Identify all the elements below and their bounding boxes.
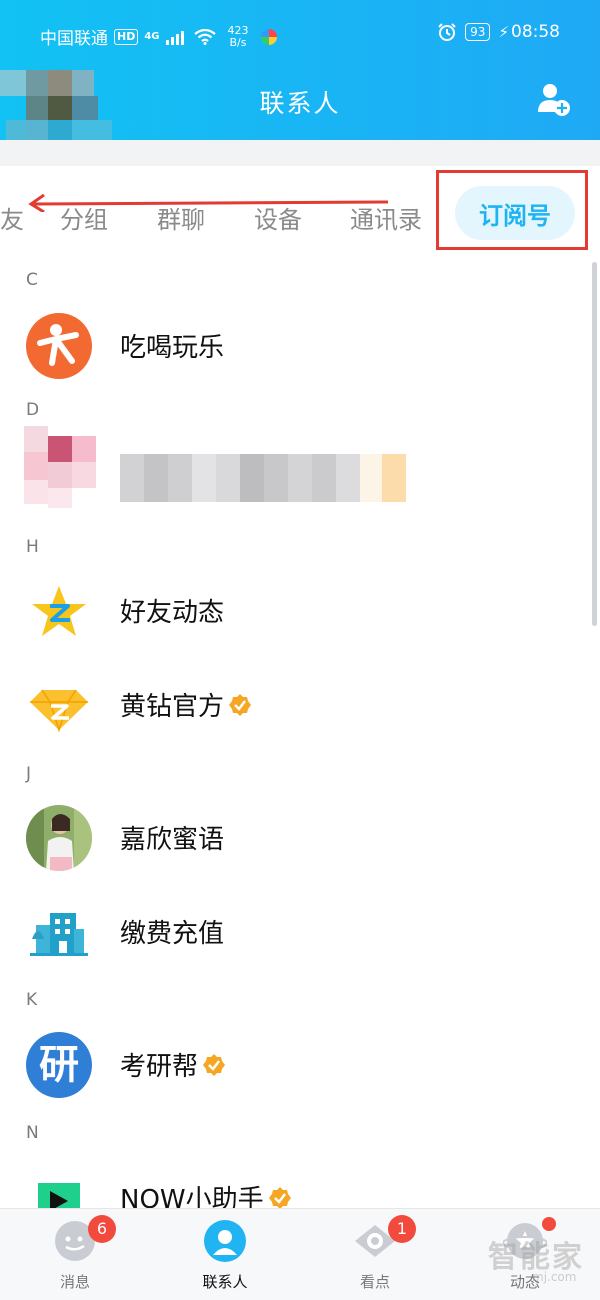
section-letter: H [26, 537, 39, 557]
list-item[interactable]: 黄钻官方 [0, 660, 600, 750]
list-item[interactable] [0, 418, 600, 518]
hd-badge: HD [114, 28, 139, 45]
section-letter: K [26, 990, 38, 1010]
now-play-icon [38, 1183, 80, 1208]
contact-name-text: 黄钻官方 [120, 692, 225, 722]
verified-badge-icon [229, 694, 252, 716]
nav-label: 消息 [59, 1273, 90, 1291]
list-item[interactable]: 嘉欣蜜语 [0, 793, 600, 883]
network-type: 4G [144, 31, 160, 42]
notification-dot [542, 1217, 556, 1231]
contacts-icon [204, 1220, 246, 1262]
contact-name: 考研帮 [120, 1046, 226, 1083]
contact-name: 缴费充值 [120, 919, 225, 949]
section-letter: N [26, 1123, 39, 1143]
section-letter: C [26, 270, 38, 290]
watermark-url: mj.com [532, 1270, 577, 1284]
swipe-arrow-icon [28, 193, 388, 212]
nav-contacts[interactable]: 联系人 [150, 1209, 300, 1300]
status-bar: 中国联通 HD 4G 423 B/s 93 ⚡ 08:58 [0, 0, 600, 68]
app-notification-icon [260, 28, 277, 45]
contact-name: 嘉欣蜜语 [120, 825, 225, 855]
list-scrollbar[interactable] [592, 262, 597, 626]
battery-indicator: 93 [465, 23, 491, 41]
contact-name: 黄钻官方 [120, 686, 252, 723]
signal-icon [165, 29, 184, 45]
contact-name: NOW小助手 [120, 1179, 292, 1208]
add-contact-icon[interactable] [534, 80, 574, 120]
section-letter: J [26, 764, 32, 784]
list-item[interactable]: NOW小助手 [0, 1153, 600, 1208]
clock: 08:58 [511, 22, 560, 42]
kaoyan-icon: 研 [26, 1032, 92, 1098]
net-speed: 423 B/s [228, 24, 249, 49]
unread-badge: 1 [388, 1215, 416, 1243]
contact-list[interactable]: C 吃喝玩乐 D H 好友动态 黄钻官方 J 嘉欣蜜语 缴费充值 K 研 考研帮… [0, 258, 600, 1208]
verified-badge-icon [203, 1054, 226, 1076]
nav-messages[interactable]: 6 消息 [0, 1209, 150, 1300]
section-letter: D [26, 400, 40, 420]
list-item[interactable]: 研 考研帮 [0, 1020, 600, 1110]
contact-name: 吃喝玩乐 [120, 333, 225, 363]
pixelated-avatar [24, 426, 98, 510]
alarm-icon [438, 23, 456, 41]
net-speed-unit: B/s [229, 35, 247, 49]
tab-friends[interactable]: 友 [0, 200, 24, 235]
photo-avatar [26, 805, 92, 871]
building-icon [30, 913, 88, 956]
unread-badge: 6 [88, 1215, 116, 1243]
dianping-icon [26, 313, 92, 379]
charging-icon: ⚡ [498, 23, 509, 41]
page-title: 联系人 [259, 89, 341, 118]
highlight-box [436, 170, 588, 250]
contact-name-text: 考研帮 [120, 1052, 199, 1082]
app-header: 中国联通 HD 4G 423 B/s 93 ⚡ 08:58 联系人 [0, 0, 600, 140]
pixelated-name [120, 454, 406, 502]
header-spacer [0, 140, 600, 166]
nav-label: 联系人 [202, 1273, 248, 1291]
carrier-label: 中国联通 [40, 29, 108, 49]
wifi-icon [193, 28, 216, 45]
nav-kandian[interactable]: 1 看点 [300, 1209, 450, 1300]
list-item[interactable]: 好友动态 [0, 566, 600, 656]
verified-badge-icon [268, 1187, 291, 1208]
contact-name: 好友动态 [120, 598, 225, 628]
list-item[interactable]: 缴费充值 [0, 887, 600, 977]
contact-name-text: NOW小助手 [120, 1185, 264, 1208]
list-item[interactable]: 吃喝玩乐 [0, 301, 600, 391]
qzone-star-icon [32, 586, 86, 636]
yellow-diamond-icon [30, 689, 88, 733]
nav-label: 看点 [359, 1273, 390, 1291]
